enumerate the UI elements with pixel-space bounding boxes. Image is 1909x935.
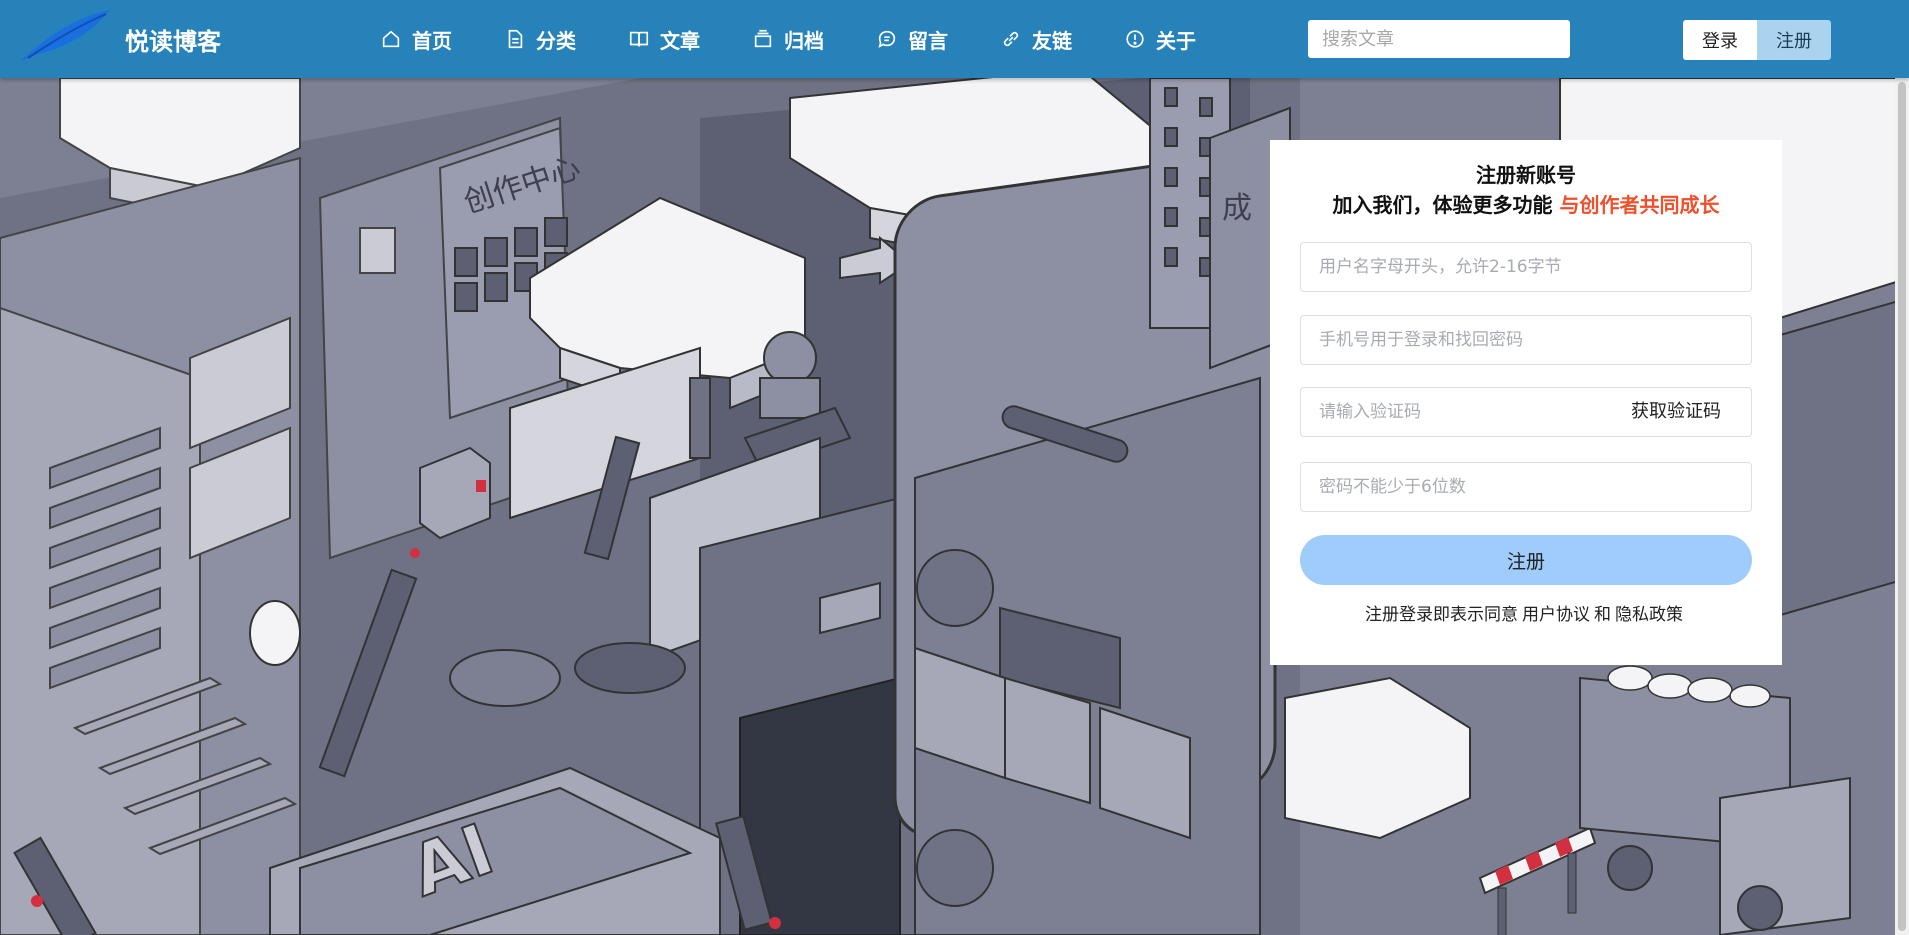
link-icon bbox=[1003, 31, 1019, 47]
message-icon bbox=[878, 30, 896, 48]
home-icon bbox=[382, 30, 400, 48]
nav-label: 文章 bbox=[660, 28, 700, 53]
feather-logo-icon[interactable] bbox=[18, 6, 118, 66]
password-input[interactable] bbox=[1301, 463, 1751, 511]
scrollbar-thumb[interactable] bbox=[1898, 82, 1906, 931]
subtitle-main: 加入我们，体验更多功能 bbox=[1332, 193, 1553, 217]
top-navbar: 悦读博客 首页 分类 文章 归档 留言 友链 关于 搜索文章 登录 注册 bbox=[0, 0, 1909, 78]
nav-label: 归档 bbox=[784, 28, 824, 53]
and-text: 和 bbox=[1594, 605, 1611, 625]
login-button[interactable]: 登录 bbox=[1683, 20, 1757, 60]
username-input[interactable] bbox=[1301, 243, 1751, 291]
building-sign-text: 成 bbox=[1222, 191, 1252, 226]
nav-item-archive[interactable]: 归档 bbox=[752, 25, 824, 54]
page-scrollbar[interactable] bbox=[1895, 78, 1909, 935]
nav-label: 关于 bbox=[1156, 28, 1196, 53]
register-nav-button[interactable]: 注册 bbox=[1757, 20, 1831, 60]
username-field-wrapper bbox=[1300, 242, 1752, 292]
info-icon bbox=[1126, 30, 1144, 48]
user-agreement-link[interactable]: 用户协议 bbox=[1522, 605, 1590, 625]
register-title: 注册新账号 bbox=[1476, 163, 1576, 187]
nav-label: 分类 bbox=[536, 28, 576, 53]
nav-item-guestbook[interactable]: 留言 bbox=[876, 25, 948, 54]
phone-field-wrapper bbox=[1300, 315, 1752, 365]
nav-item-about[interactable]: 关于 bbox=[1124, 25, 1196, 54]
nav-item-home[interactable]: 首页 bbox=[380, 25, 452, 54]
site-name[interactable]: 悦读博客 bbox=[125, 22, 221, 57]
nav-label: 友链 bbox=[1032, 28, 1072, 53]
agreement-text: 注册登录即表示同意 用户协议和隐私政策 bbox=[1270, 600, 1782, 625]
privacy-policy-link[interactable]: 隐私政策 bbox=[1615, 605, 1683, 625]
nav-item-category[interactable]: 分类 bbox=[504, 25, 576, 54]
register-card: 注册新账号 加入我们，体验更多功能 与创作者共同成长 获取验证码 注册 注册登录… bbox=[1270, 140, 1782, 665]
agree-prefix: 注册登录即表示同意 bbox=[1365, 605, 1518, 625]
nav-item-articles[interactable]: 文章 bbox=[628, 25, 700, 54]
phone-input[interactable] bbox=[1301, 316, 1751, 364]
auth-buttons: 登录 注册 bbox=[1683, 20, 1831, 60]
main-nav: 首页 分类 文章 归档 留言 友链 关于 bbox=[380, 0, 1248, 78]
search-input[interactable] bbox=[1308, 20, 1570, 58]
document-icon bbox=[508, 29, 523, 49]
archive-icon bbox=[754, 29, 772, 48]
nav-label: 首页 bbox=[412, 28, 452, 53]
nav-label: 留言 bbox=[908, 28, 948, 53]
nav-item-links[interactable]: 友链 bbox=[1000, 25, 1072, 54]
register-subtitle: 加入我们，体验更多功能 与创作者共同成长 bbox=[1270, 190, 1782, 220]
get-code-button[interactable]: 获取验证码 bbox=[1631, 388, 1721, 436]
code-field-wrapper: 获取验证码 bbox=[1300, 387, 1752, 437]
password-field-wrapper bbox=[1300, 462, 1752, 512]
book-icon bbox=[629, 31, 649, 47]
register-submit-button[interactable]: 注册 bbox=[1300, 535, 1752, 585]
subtitle-accent: 与创作者共同成长 bbox=[1559, 193, 1720, 217]
